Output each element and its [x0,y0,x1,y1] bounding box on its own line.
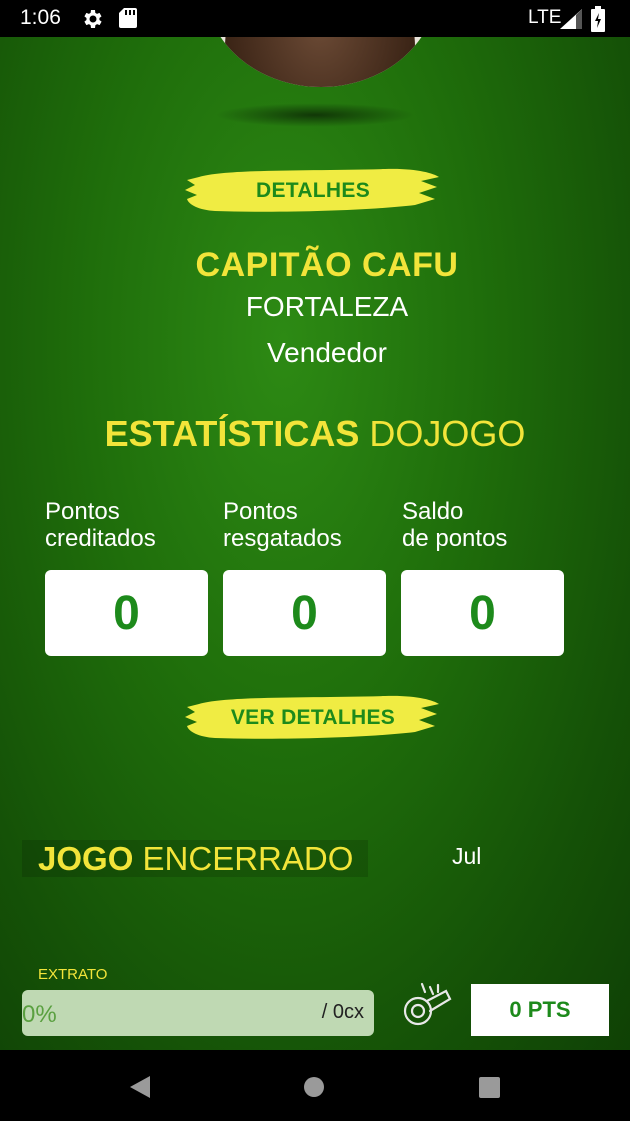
details-button[interactable]: DETALHES [185,163,441,219]
status-bar: 1:06 LTE [0,0,630,37]
status-time: 1:06 [20,6,61,29]
view-details-button-label: VER DETALHES [230,706,396,729]
recent-apps-icon[interactable] [478,1076,501,1099]
progress-percent: 0% [22,1001,57,1028]
stats-title: ESTATÍSTICAS DOJOGO [0,413,630,455]
player-city: FORTALEZA [245,291,409,322]
stat-label-line: de pontos [402,525,508,552]
details-button-label: DETALHES [255,179,370,202]
view-details-button[interactable]: VER DETALHES [185,690,441,746]
player-role: Vendedor [267,337,387,368]
extrato-progress-bar: 0% / 0cx [22,990,374,1036]
avatar-photo [225,37,415,87]
battery-icon [591,6,605,32]
player-name: CAPITÃO CAFU [195,246,459,284]
app-screen: DETALHES CAPITÃO CAFU FORTALEZA Vendedor… [0,37,630,1050]
network-type-label: LTE [528,7,562,28]
sd-card-icon [119,8,137,28]
stat-label-line: Saldo [402,498,464,525]
avatar-shadow [215,103,415,127]
stat-label-line: creditados [45,525,156,552]
stat-label-credited: Pontos creditados [45,498,215,552]
signal-icon [560,9,582,29]
points-total: 0 PTS [471,984,609,1036]
stats-title-regular: DOJOGO [359,413,526,454]
stat-label-redeemed: Pontos resgatados [223,498,393,552]
stat-value-balance: 0 [401,570,564,656]
stat-value-redeemed: 0 [223,570,386,656]
stat-label-balance: Saldo de pontos [402,498,572,552]
avatar [205,37,437,87]
stat-value-credited: 0 [45,570,208,656]
game-status-bold: JOGO [38,840,134,877]
game-month: Jul [452,843,482,869]
stats-title-bold: ESTATÍSTICAS [104,413,360,454]
settings-gear-icon [84,10,102,28]
extrato-label: EXTRATO [38,966,108,983]
game-status-regular: ENCERRADO [133,840,354,877]
whistle-icon [403,982,452,1026]
stat-label-line: resgatados [223,525,342,552]
home-icon[interactable] [303,1076,325,1098]
progress-count: / 0cx [321,1001,364,1023]
back-icon[interactable] [128,1074,152,1100]
game-status-banner: JOGO ENCERRADO [22,840,368,877]
stat-label-line: Pontos [45,498,120,525]
stat-label-line: Pontos [223,498,298,525]
